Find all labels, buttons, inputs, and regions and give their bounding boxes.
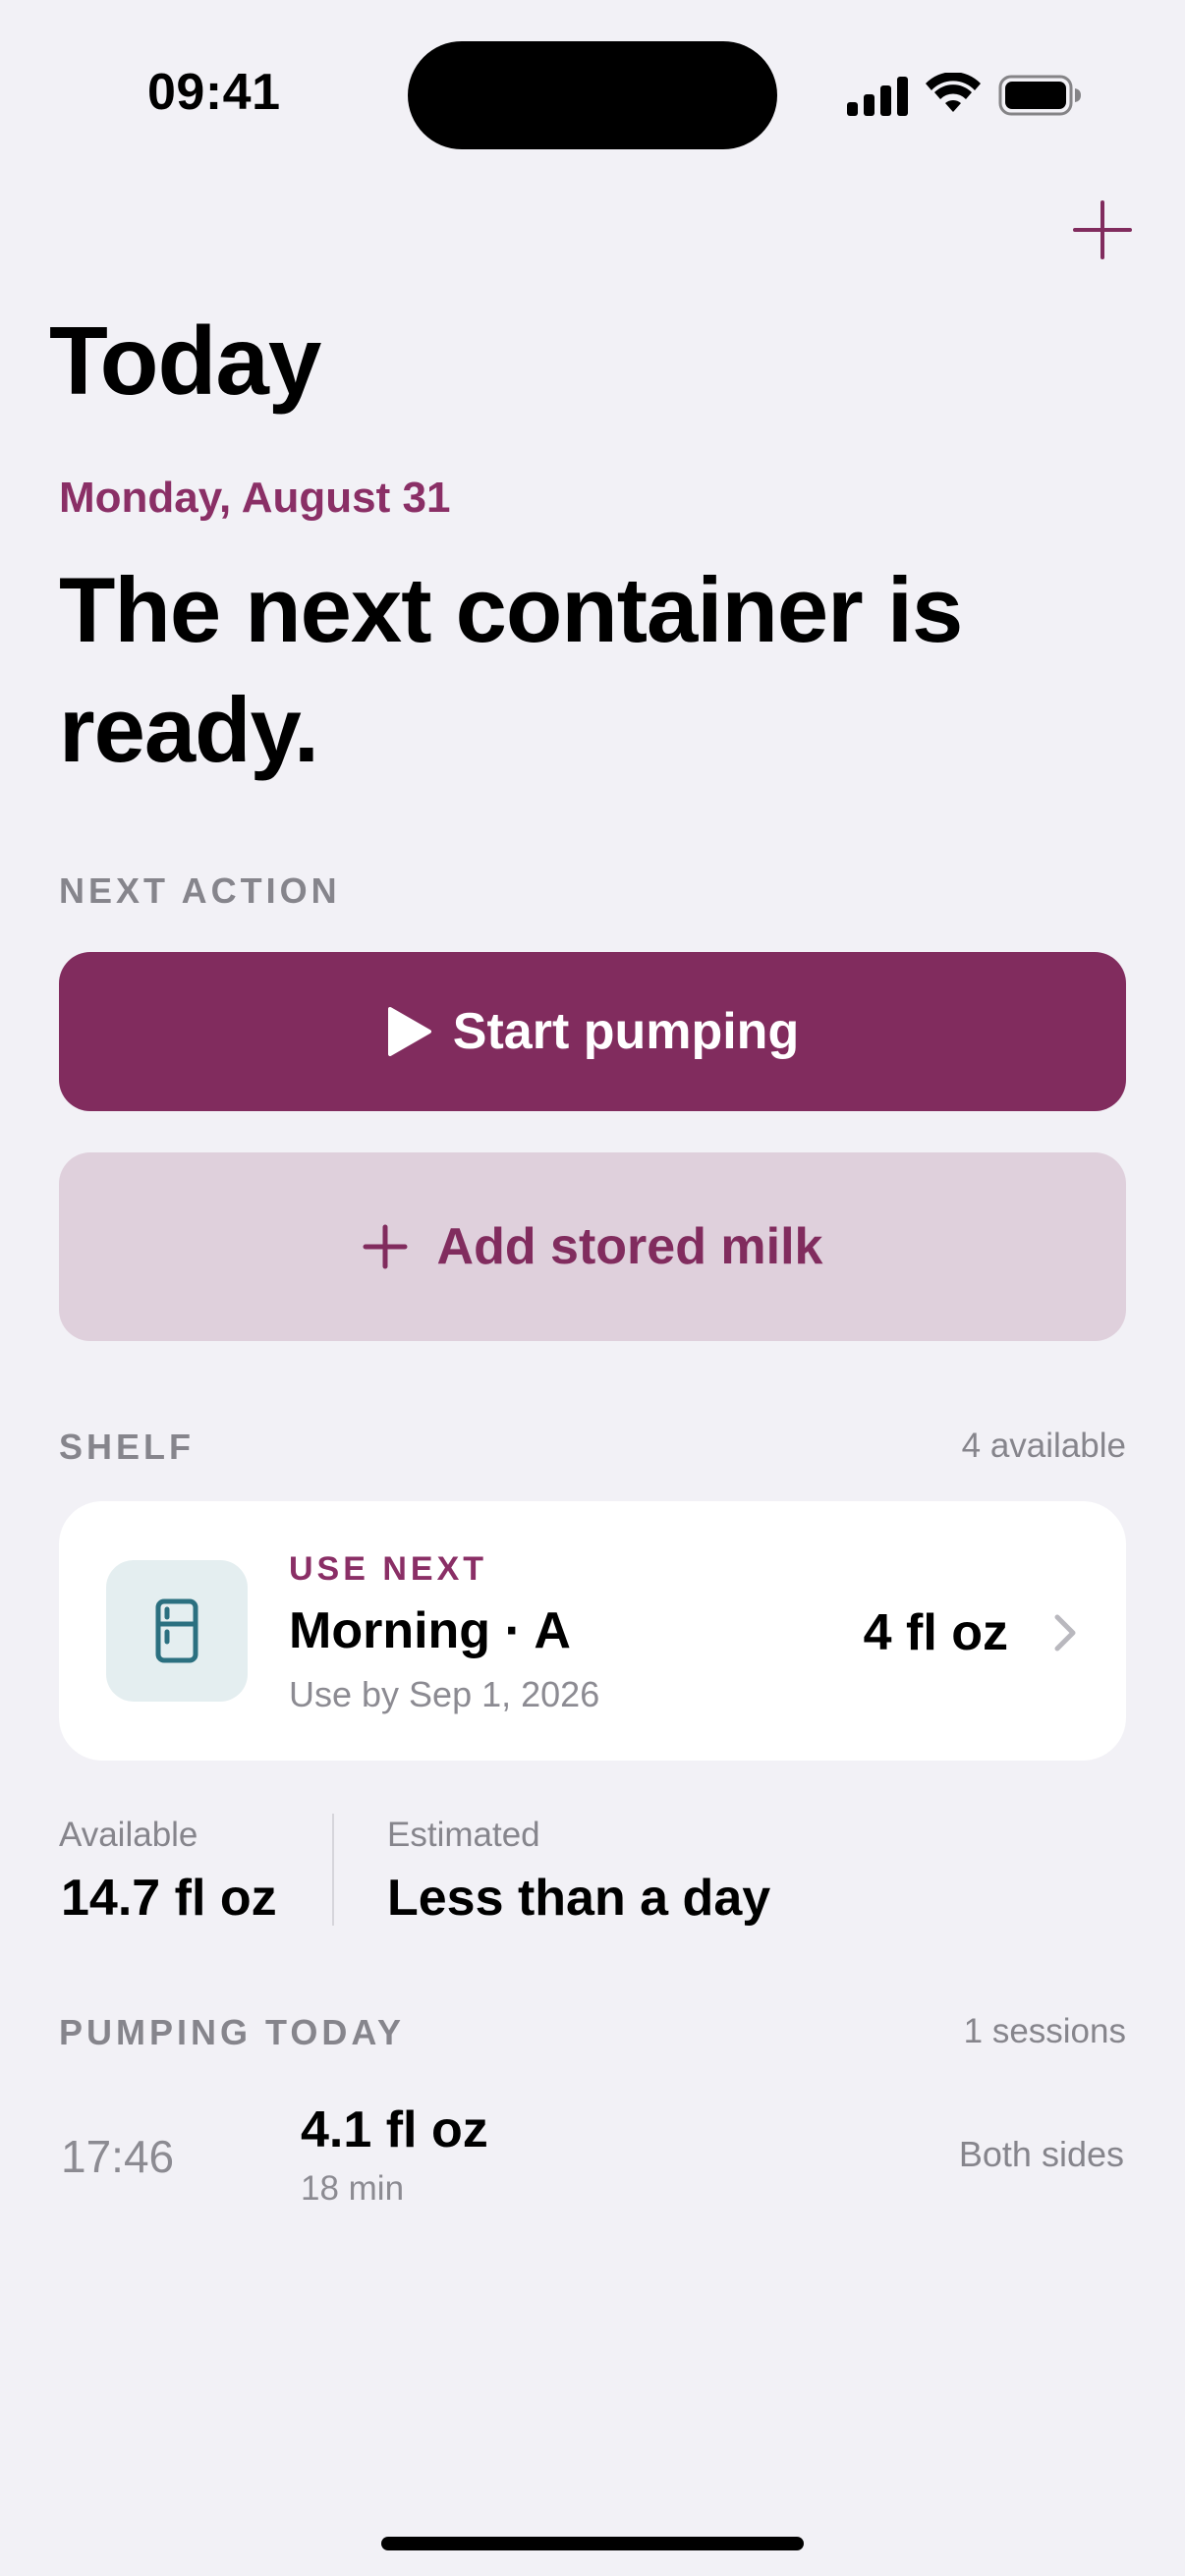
page-title: Today — [49, 307, 321, 415]
home-indicator — [381, 2537, 804, 2550]
shelf-label: SHELF — [59, 1427, 196, 1467]
dynamic-island — [408, 41, 777, 149]
chevron-right-icon — [1054, 1614, 1076, 1652]
battery-icon — [998, 75, 1081, 116]
add-stored-milk-button[interactable]: Add stored milk — [59, 1152, 1126, 1341]
fridge-icon — [155, 1598, 198, 1663]
session-side: Both sides — [958, 2134, 1124, 2174]
plus-icon — [363, 1224, 408, 1269]
stats-divider — [332, 1814, 334, 1926]
sessions-count: 1 sessions — [963, 2012, 1126, 2050]
add-stored-milk-label: Add stored milk — [436, 1218, 823, 1275]
session-amount: 4.1 fl oz — [301, 2101, 488, 2158]
wifi-icon — [926, 73, 981, 112]
status-time: 09:41 — [147, 64, 281, 121]
date-label: Monday, August 31 — [59, 474, 451, 522]
session-duration: 18 min — [301, 2169, 405, 2208]
pumping-today-label: PUMPING TODAY — [59, 2012, 406, 2052]
available-value: 14.7 fl oz — [61, 1870, 277, 1927]
item-quantity: 4 fl oz — [863, 1604, 1008, 1661]
start-pumping-button[interactable]: Start pumping — [59, 952, 1126, 1111]
play-icon — [387, 1007, 431, 1056]
headline: The next container is ready. — [59, 558, 963, 781]
add-icon[interactable] — [1069, 196, 1136, 263]
estimated-label: Estimated — [387, 1816, 540, 1854]
shelf-item-card[interactable]: USE NEXT Morning · A Use by Sep 1, 2026 … — [59, 1501, 1126, 1761]
use-by-date: Use by Sep 1, 2026 — [289, 1674, 600, 1714]
available-label: Available — [59, 1816, 198, 1854]
estimated-value: Less than a day — [387, 1870, 771, 1927]
session-time: 17:46 — [61, 2131, 175, 2182]
cellular-signal-icon — [847, 77, 908, 116]
start-pumping-label: Start pumping — [452, 1003, 800, 1060]
fridge-icon-tile — [106, 1560, 248, 1702]
item-name: Morning · A — [289, 1602, 571, 1659]
shelf-count: 4 available — [961, 1427, 1126, 1465]
use-next-tag: USE NEXT — [289, 1550, 488, 1588]
next-action-label: NEXT ACTION — [59, 870, 341, 911]
